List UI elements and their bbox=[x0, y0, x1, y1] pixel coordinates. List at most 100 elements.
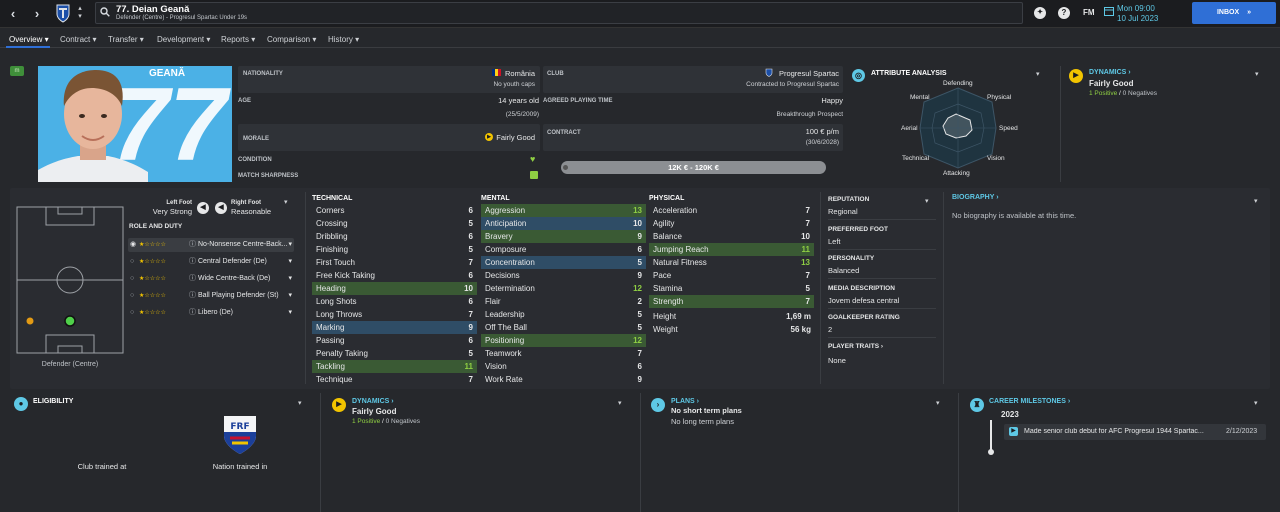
divider bbox=[320, 393, 321, 512]
attribute-row[interactable]: Heading 10 bbox=[312, 282, 477, 295]
reputation-label: REPUTATION bbox=[828, 196, 870, 203]
attribute-row[interactable]: Dribbling 6 bbox=[312, 230, 477, 243]
attribute-row[interactable]: Teamwork 7 bbox=[481, 347, 646, 360]
attribute-row[interactable]: Positioning 12 bbox=[481, 334, 646, 347]
plans-title-link[interactable]: PLANS › bbox=[671, 398, 699, 405]
attribute-row[interactable]: Balance 10 bbox=[649, 230, 814, 243]
dynamics-title-link[interactable]: DYNAMICS › bbox=[1089, 69, 1131, 76]
axis-physical: Physical bbox=[987, 94, 1012, 101]
attribute-value: 9 bbox=[637, 375, 642, 384]
attribute-name: Determination bbox=[485, 284, 535, 293]
attribute-row[interactable]: Tackling 11 bbox=[312, 360, 477, 373]
attribute-row[interactable]: Stamina 5 bbox=[649, 282, 814, 295]
inbox-button[interactable]: INBOX » bbox=[1192, 2, 1276, 24]
attribute-row[interactable]: Vision 6 bbox=[481, 360, 646, 373]
attribute-row[interactable]: Technique 7 bbox=[312, 373, 477, 386]
role-row[interactable]: ◉ ★☆☆☆☆ ⓘ No-Nonsense Centre-Back... ▾ bbox=[128, 238, 294, 252]
tab-transfer[interactable]: Transfer ▾ bbox=[108, 35, 144, 44]
tab-development[interactable]: Development ▾ bbox=[157, 35, 210, 44]
role-row[interactable]: ○ ★☆☆☆☆ ⓘ Ball Playing Defender (St) ▾ bbox=[128, 289, 294, 303]
attribute-row[interactable]: Bravery 9 bbox=[481, 230, 646, 243]
value-range-text: 12K € - 120K € bbox=[668, 163, 719, 172]
attribute-value: 7 bbox=[805, 206, 810, 215]
role-label: Ball Playing Defender (St) bbox=[198, 292, 279, 299]
agreed-playing-time-label: AGREED PLAYING TIME bbox=[543, 98, 613, 104]
attribute-row[interactable]: Agility 7 bbox=[649, 217, 814, 230]
role-row[interactable]: ○ ★☆☆☆☆ ⓘ Central Defender (De) ▾ bbox=[128, 255, 294, 269]
attribute-row[interactable]: Corners 6 bbox=[312, 204, 477, 217]
attribute-row[interactable]: Crossing 5 bbox=[312, 217, 477, 230]
tab-comparison[interactable]: Comparison ▾ bbox=[267, 35, 316, 44]
forward-arrow-icon[interactable]: › bbox=[28, 2, 46, 26]
globe-icon[interactable]: ✦ bbox=[1034, 7, 1046, 19]
attribute-row[interactable]: Leadership 5 bbox=[481, 308, 646, 321]
morale-value[interactable]: Fairly Good bbox=[480, 133, 535, 142]
attribute-row[interactable]: Aggression 13 bbox=[481, 204, 646, 217]
attribute-row[interactable]: Composure 6 bbox=[481, 243, 646, 256]
chevron-down-icon[interactable]: ▾ bbox=[1254, 399, 1258, 407]
attribute-row[interactable]: First Touch 7 bbox=[312, 256, 477, 269]
fm-menu-button[interactable]: FM bbox=[1083, 8, 1095, 17]
tab-label: Contract bbox=[60, 35, 91, 44]
chevron-down-icon[interactable]: ▾ bbox=[1254, 197, 1258, 205]
attribute-row[interactable]: Determination 12 bbox=[481, 282, 646, 295]
attribute-row[interactable]: Jumping Reach 11 bbox=[649, 243, 814, 256]
tab-overview[interactable]: Overview ▾ bbox=[9, 35, 49, 44]
match-sharpness-label: MATCH SHARPNESS bbox=[238, 173, 299, 179]
chevron-down-icon[interactable]: ▾ bbox=[936, 399, 940, 407]
tab-contract[interactable]: Contract ▾ bbox=[60, 35, 96, 44]
sort-updown-icon[interactable]: ▴ ▾ bbox=[76, 5, 84, 21]
tab-reports[interactable]: Reports ▾ bbox=[221, 35, 255, 44]
milestone-text: Made senior club debut for AFC Progresul… bbox=[1024, 428, 1204, 435]
attribute-row[interactable]: Long Throws 7 bbox=[312, 308, 477, 321]
attribute-row[interactable]: Natural Fitness 13 bbox=[649, 256, 814, 269]
career-milestones-title-link[interactable]: CAREER MILESTONES › bbox=[989, 398, 1070, 405]
attribute-row[interactable]: Free Kick Taking 6 bbox=[312, 269, 477, 282]
attribute-row[interactable]: Flair 2 bbox=[481, 295, 646, 308]
role-row[interactable]: ○ ★☆☆☆☆ ⓘ Wide Centre-Back (De) ▾ bbox=[128, 272, 294, 286]
chevron-down-icon[interactable]: ▾ bbox=[298, 399, 302, 407]
attribute-row[interactable]: Anticipation 10 bbox=[481, 217, 646, 230]
search-icon[interactable] bbox=[100, 7, 110, 17]
attribute-row[interactable]: Finishing 5 bbox=[312, 243, 477, 256]
club-crest-icon[interactable] bbox=[55, 3, 71, 23]
attribute-name: Pace bbox=[653, 271, 672, 280]
dynamics-title-link[interactable]: DYNAMICS › bbox=[352, 398, 394, 405]
nationality-value[interactable]: România bbox=[440, 69, 535, 78]
chevron-down-icon[interactable]: ▾ bbox=[925, 197, 929, 205]
club-value[interactable]: Progresul Spartac bbox=[690, 69, 839, 78]
radio-selected-icon: ◉ bbox=[130, 241, 137, 248]
attribute-row[interactable]: Off The Ball 5 bbox=[481, 321, 646, 334]
attribute-row[interactable]: Work Rate 9 bbox=[481, 373, 646, 386]
attribute-row[interactable]: Penalty Taking 5 bbox=[312, 347, 477, 360]
attribute-value: 5 bbox=[468, 219, 473, 228]
attribute-row[interactable]: Decisions 9 bbox=[481, 269, 646, 282]
attribute-name: Acceleration bbox=[653, 206, 698, 215]
divider bbox=[958, 393, 959, 512]
attribute-row[interactable]: Concentration 5 bbox=[481, 256, 646, 269]
date-full: 10 Jul 2023 bbox=[1117, 14, 1159, 23]
weight-label: Weight bbox=[653, 325, 678, 334]
tab-history[interactable]: History ▾ bbox=[328, 35, 359, 44]
dynamics-icon: ▶ bbox=[332, 398, 346, 412]
attribute-row[interactable]: Strength 7 bbox=[649, 295, 814, 308]
attribute-row[interactable]: Passing 6 bbox=[312, 334, 477, 347]
attribute-row[interactable]: Long Shots 6 bbox=[312, 295, 477, 308]
attribute-row[interactable]: Acceleration 7 bbox=[649, 204, 814, 217]
help-icon[interactable]: ? bbox=[1058, 7, 1070, 19]
attribute-row[interactable]: Marking 9 bbox=[312, 321, 477, 334]
chevron-down-icon[interactable]: ▾ bbox=[618, 399, 622, 407]
agreed-playing-time-value: Happy bbox=[821, 96, 843, 105]
role-and-duty-title: ROLE AND DUTY bbox=[129, 223, 183, 230]
eligibility-title: ELIGIBILITY bbox=[33, 398, 74, 405]
player-traits-link[interactable]: PLAYER TRAITS › bbox=[828, 343, 883, 350]
plans-title: PLANS bbox=[671, 398, 695, 405]
back-arrow-icon[interactable]: ‹ bbox=[4, 2, 22, 26]
chevron-down-icon[interactable]: ▾ bbox=[284, 198, 288, 206]
attribute-row[interactable]: Pace 7 bbox=[649, 269, 814, 282]
role-row[interactable]: ○ ★☆☆☆☆ ⓘ Libero (De) ▾ bbox=[128, 306, 294, 320]
attribute-value: 6 bbox=[468, 206, 473, 215]
chevron-down-icon[interactable]: ▾ bbox=[1255, 70, 1259, 78]
biography-title-link[interactable]: BIOGRAPHY › bbox=[952, 194, 999, 201]
chevron-down-icon[interactable]: ▾ bbox=[1036, 70, 1040, 78]
